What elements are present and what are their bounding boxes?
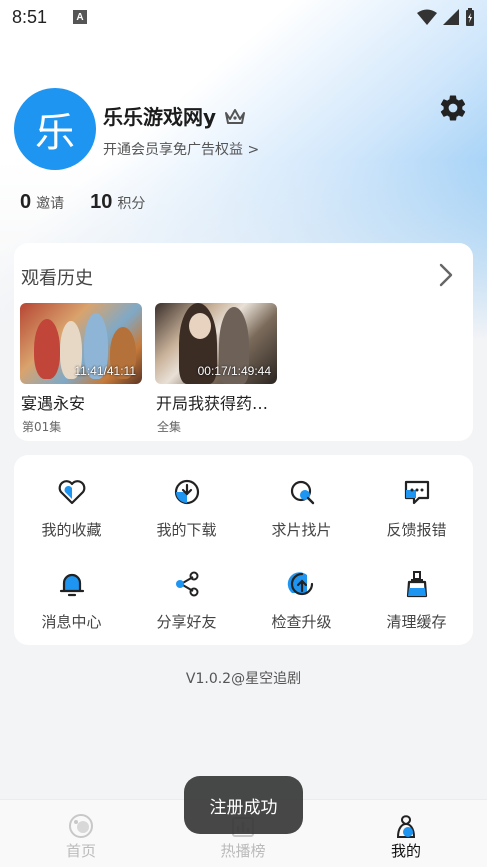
battery-icon (466, 8, 474, 26)
grid-item-label: 我的下载 (156, 521, 217, 539)
tab-label: 热播榜 (220, 842, 266, 860)
grid-item-feedback[interactable]: 反馈报错 (359, 477, 474, 540)
notification-icon: A (73, 10, 88, 24)
history-thumbnail[interactable]: 00:17/1:49:44 (155, 303, 277, 384)
vip-promo-link[interactable]: 开通会员享免广告权益 > (103, 139, 259, 159)
grid-item-label: 反馈报错 (386, 521, 447, 539)
tab-home[interactable]: 首页 (0, 800, 162, 867)
history-duration: 00:17/1:49:44 (197, 364, 271, 378)
points-label: 积分 (117, 196, 146, 212)
chevron-right-icon[interactable] (438, 262, 454, 288)
signal-icon (443, 9, 459, 25)
status-time: 8:51 (12, 6, 48, 27)
watch-history-title: 观看历史 (21, 268, 93, 289)
username-row[interactable]: 乐乐游戏网y (103, 101, 246, 130)
history-duration: 11:41/41:11 (74, 364, 136, 378)
history-item-episode: 全集 (157, 420, 182, 434)
clean-icon (406, 571, 427, 598)
points-count: 10 (90, 191, 113, 213)
history-item-episode: 第01集 (22, 420, 62, 434)
function-grid: 我的收藏 我的下载 求片找片 反馈报错 消息中心 分享好友 检查升级 清理缓存 (14, 455, 473, 645)
grid-item-label: 我的收藏 (41, 521, 102, 539)
avatar[interactable]: 乐 (14, 88, 96, 170)
grid-item-label: 消息中心 (41, 613, 102, 631)
watch-history-card: 观看历史 11:41/41:11 宴遇永安 第01集 00:17/1:49:44… (14, 243, 473, 441)
tab-mine[interactable]: 我的 (325, 800, 487, 867)
username: 乐乐游戏网y (103, 105, 217, 129)
grid-item-request-film[interactable]: 求片找片 (244, 477, 359, 540)
feedback-icon (404, 480, 429, 505)
grid-item-messages[interactable]: 消息中心 (14, 569, 129, 632)
share-icon (175, 571, 198, 597)
stats-row: 0 邀请 10 积分 (20, 191, 145, 214)
download-icon (174, 479, 199, 505)
history-thumbnail[interactable]: 11:41/41:11 (20, 303, 142, 384)
search-film-icon (290, 480, 314, 505)
grid-item-label: 求片找片 (271, 521, 332, 539)
tab-label: 首页 (65, 842, 96, 860)
grid-item-clear-cache[interactable]: 清理缓存 (359, 569, 474, 632)
history-item-title[interactable]: 开局我获得药… (156, 390, 268, 414)
grid-item-label: 清理缓存 (386, 613, 447, 631)
bell-icon (59, 573, 84, 597)
invites-label: 邀请 (36, 196, 65, 212)
grid-item-downloads[interactable]: 我的下载 (129, 477, 244, 540)
invites-count: 0 (20, 191, 32, 213)
status-bar: 8:51 A (0, 0, 487, 34)
version-text: V1.0.2@星空追剧 (185, 671, 302, 687)
grid-item-share[interactable]: 分享好友 (129, 569, 244, 632)
wifi-icon (417, 9, 437, 25)
grid-item-label: 检查升级 (271, 613, 332, 631)
toast-message: 注册成功 (184, 776, 303, 834)
grid-item-upgrade[interactable]: 检查升级 (244, 569, 359, 632)
tab-label: 我的 (390, 842, 421, 860)
grid-item-favorites[interactable]: 我的收藏 (14, 477, 129, 540)
settings-gear-icon[interactable] (438, 93, 468, 123)
history-item-title[interactable]: 宴遇永安 (21, 390, 85, 414)
heart-icon (58, 480, 85, 505)
home-icon (69, 814, 93, 838)
grid-item-label: 分享好友 (156, 613, 217, 631)
crown-icon (225, 108, 246, 124)
upgrade-icon (287, 572, 313, 596)
profile-icon (396, 815, 416, 838)
